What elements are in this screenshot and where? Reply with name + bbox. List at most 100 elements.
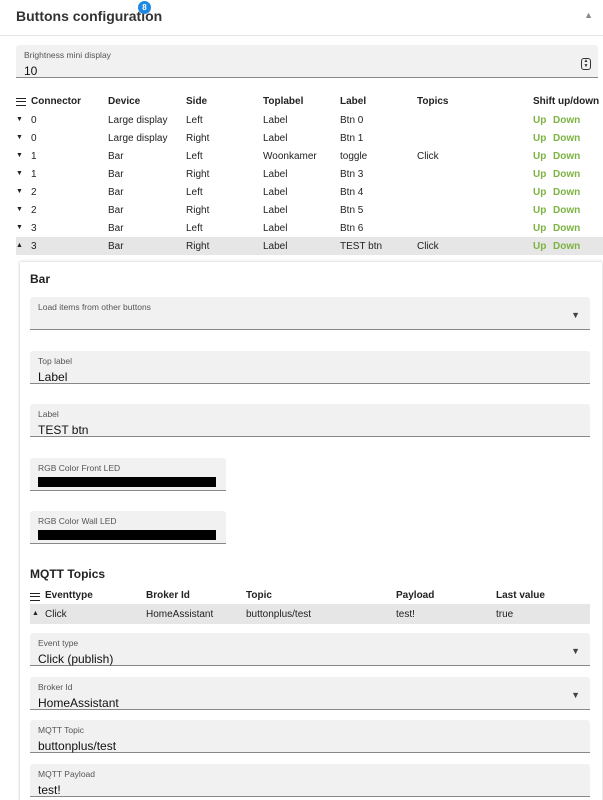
field-value[interactable]: test! — [38, 783, 61, 797]
shift-down-button[interactable]: Down — [553, 151, 580, 162]
rgb-wall-led-field[interactable]: RGB Color Wall LED — [30, 511, 226, 544]
color-swatch[interactable] — [38, 530, 216, 540]
shift-up-button[interactable]: Up — [533, 241, 546, 252]
cell-side: Left — [186, 187, 203, 198]
cell-payload: test! — [396, 609, 415, 620]
shift-up-button[interactable]: Up — [533, 115, 546, 126]
expand-icon[interactable]: ▼ — [16, 188, 23, 195]
field-value[interactable]: Click (publish) — [38, 652, 113, 666]
dropdown-arrow-icon[interactable]: ▼ — [571, 690, 580, 700]
expand-icon[interactable]: ▼ — [16, 170, 23, 177]
cell-label: Btn 3 — [340, 169, 364, 180]
collapse-icon[interactable]: ▲ — [16, 242, 23, 249]
shift-down-button[interactable]: Down — [553, 133, 580, 144]
collapse-icon[interactable]: ▲ — [32, 610, 39, 617]
expand-icon[interactable]: ▼ — [16, 224, 23, 231]
field-label: MQTT Payload — [38, 769, 96, 779]
field-value[interactable]: Label — [38, 370, 67, 384]
expand-icon[interactable]: ▼ — [16, 206, 23, 213]
rgb-front-led-field[interactable]: RGB Color Front LED — [30, 458, 226, 491]
cell-toplabel: Label — [263, 241, 288, 252]
shift-down-button[interactable]: Down — [553, 169, 580, 180]
cell-label: Btn 4 — [340, 187, 364, 198]
load-items-select[interactable]: Load items from other buttons ▼ — [30, 297, 590, 330]
table-row[interactable]: ▼ 0 Large display Left Label Btn 0 Up Down — [16, 111, 603, 129]
cell-label: Btn 1 — [340, 133, 364, 144]
expand-icon[interactable]: ▼ — [16, 134, 23, 141]
cell-label: TEST btn — [340, 241, 383, 252]
cell-connector: 3 — [31, 223, 37, 234]
field-label: Top label — [38, 356, 73, 366]
detail-title: Bar — [30, 272, 51, 286]
mqtt-payload-field[interactable]: MQTT Payload test! — [30, 764, 590, 797]
mqtt-topic-field[interactable]: MQTT Topic buttonplus/test — [30, 720, 590, 753]
cell-toplabel: Label — [263, 223, 288, 234]
shift-up-button[interactable]: Up — [533, 169, 546, 180]
brightness-field[interactable]: Brightness mini display 10 ▲ ▼ — [16, 45, 598, 78]
spinner-icon[interactable]: ▲ ▼ — [581, 58, 591, 70]
table-row[interactable]: ▼ 1 Bar Right Label Btn 3 Up Down — [16, 165, 603, 183]
section-header[interactable]: Buttons configuration 8 ▲ — [0, 0, 603, 36]
field-value[interactable]: TEST btn — [38, 423, 88, 437]
cell-connector: 2 — [31, 187, 37, 198]
table-row[interactable]: ▼ 1 Bar Left Woonkamer toggle Click Up Down — [16, 147, 603, 165]
top-label-field[interactable]: Top label Label — [30, 351, 590, 384]
cell-connector: 2 — [31, 205, 37, 216]
shift-down-button[interactable]: Down — [553, 223, 580, 234]
shift-up-button[interactable]: Up — [533, 151, 546, 162]
cell-label: Btn 0 — [340, 115, 364, 126]
shift-down-button[interactable]: Down — [553, 115, 580, 126]
broker-id-select[interactable]: Broker Id HomeAssistant ▼ — [30, 677, 590, 710]
cell-toplabel: Label — [263, 169, 288, 180]
field-label: RGB Color Wall LED — [38, 516, 117, 526]
table-row[interactable]: ▼ 0 Large display Right Label Btn 1 Up Down — [16, 129, 603, 147]
cell-device: Bar — [108, 205, 124, 216]
cell-device: Bar — [108, 187, 124, 198]
cell-side: Left — [186, 151, 203, 162]
cell-topic: buttonplus/test — [246, 609, 312, 620]
shift-down-button[interactable]: Down — [553, 241, 580, 252]
expand-icon[interactable]: ▼ — [16, 152, 23, 159]
cell-eventtype: Click — [45, 609, 67, 620]
col-device: Device — [108, 96, 141, 107]
field-label: Label — [38, 409, 59, 419]
col-topic: Topic — [246, 590, 272, 601]
caret-up-icon[interactable]: ▲ — [584, 10, 593, 20]
col-label: Label — [340, 96, 367, 107]
col-toplabel: Toplabel — [263, 96, 304, 107]
col-shift: Shift up/down — [533, 96, 600, 107]
table-row[interactable]: ▼ 3 Bar Left Label Btn 6 Up Down — [16, 219, 603, 237]
mqtt-table-row[interactable]: ▲ Click HomeAssistant buttonplus/test te… — [30, 604, 590, 624]
shift-up-button[interactable]: Up — [533, 223, 546, 234]
field-value[interactable]: buttonplus/test — [38, 739, 116, 753]
mqtt-title: MQTT Topics — [30, 567, 106, 581]
shift-down-button[interactable]: Down — [553, 205, 580, 216]
field-value[interactable]: HomeAssistant — [38, 696, 119, 710]
dropdown-arrow-icon[interactable]: ▼ — [571, 310, 580, 320]
color-swatch[interactable] — [38, 477, 216, 487]
label-field[interactable]: Label TEST btn — [30, 404, 590, 437]
field-label: Broker Id — [38, 682, 73, 692]
menu-icon[interactable] — [16, 98, 26, 106]
shift-up-button[interactable]: Up — [533, 187, 546, 198]
expand-icon[interactable]: ▼ — [16, 116, 23, 123]
table-row[interactable]: ▲ 3 Bar Right Label TEST btn Click Up Down — [16, 237, 603, 255]
cell-connector: 3 — [31, 241, 37, 252]
table-row[interactable]: ▼ 2 Bar Left Label Btn 4 Up Down — [16, 183, 603, 201]
field-value[interactable]: 10 — [24, 64, 37, 78]
cell-device: Bar — [108, 223, 124, 234]
cell-side: Right — [186, 205, 210, 216]
table-row[interactable]: ▼ 2 Bar Right Label Btn 5 Up Down — [16, 201, 603, 219]
cell-toplabel: Woonkamer — [263, 151, 317, 162]
cell-connector: 0 — [31, 115, 37, 126]
cell-toplabel: Label — [263, 115, 288, 126]
dropdown-arrow-icon[interactable]: ▼ — [571, 646, 580, 656]
cell-device: Large display — [108, 133, 168, 144]
event-type-select[interactable]: Event type Click (publish) ▼ — [30, 633, 590, 666]
shift-down-button[interactable]: Down — [553, 187, 580, 198]
col-last-value: Last value — [496, 590, 545, 601]
shift-up-button[interactable]: Up — [533, 205, 546, 216]
cell-topics: Click — [417, 151, 439, 162]
menu-icon[interactable] — [30, 593, 40, 601]
shift-up-button[interactable]: Up — [533, 133, 546, 144]
